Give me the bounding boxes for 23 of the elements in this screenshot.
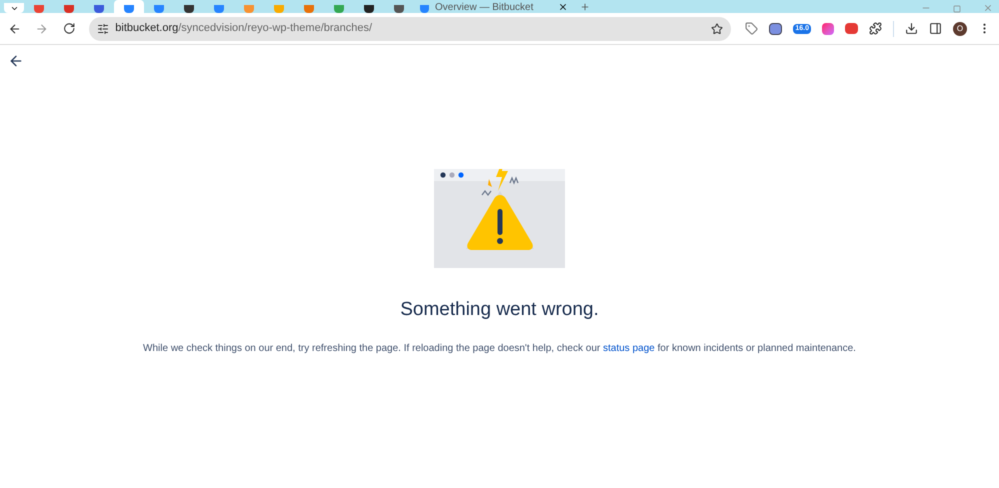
url-text: bitbucket.org/syncedvision/reyo-wp-theme/branches/ — [115, 21, 374, 36]
download-icon[interactable] — [905, 22, 918, 35]
site-info-icon[interactable] — [97, 22, 110, 34]
back-icon[interactable] — [8, 53, 24, 69]
tab-title: Overview — Bitbucket — [435, 2, 534, 13]
reload-icon[interactable] — [62, 22, 76, 35]
error-heading: Something went wrong. — [400, 298, 599, 322]
browser-tab[interactable]: Overview — Bitbucket — [414, 0, 574, 13]
address-bar[interactable]: bitbucket.org/syncedvision/reyo-wp-theme/branches/ — [89, 16, 732, 40]
status-page-link[interactable]: status page — [603, 342, 655, 354]
bookmark-star-icon[interactable] — [711, 22, 724, 34]
extension-icon[interactable] — [845, 23, 858, 34]
profile-avatar[interactable]: O — [953, 22, 968, 36]
tab-search-button[interactable] — [4, 3, 24, 13]
extension-icon[interactable] — [769, 22, 782, 34]
new-tab-icon[interactable] — [580, 2, 590, 12]
side-panel-icon[interactable] — [929, 22, 942, 35]
extensions-icon[interactable] — [869, 22, 882, 35]
error-message: While we check things on our end, try refreshing the page. If reloading the page doesn't help, check our status page for known incidents or planned maintenance. — [143, 342, 856, 356]
forward-icon[interactable] — [35, 22, 49, 36]
back-icon[interactable] — [8, 22, 22, 36]
close-icon[interactable] — [558, 2, 568, 12]
tag-icon[interactable] — [745, 22, 758, 35]
